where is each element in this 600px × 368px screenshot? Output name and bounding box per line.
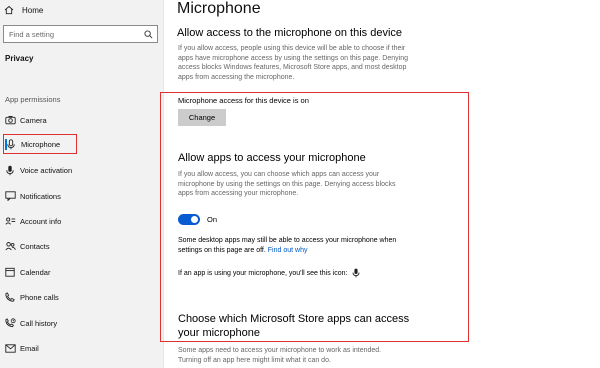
nav-home[interactable]: Home [4,3,43,17]
sidebar-item-label: Calendar [20,267,51,277]
store-apps-description: Some apps need to access your microphone… [178,346,381,365]
sidebar-item-label: Phone calls [20,292,59,302]
home-icon [4,5,14,15]
sidebar-item-label: Microphone [21,139,61,149]
desktop-apps-note: Some desktop apps may still be able to a… [178,236,398,256]
store-apps-description-line2: Turning off an app here might limit what… [178,356,331,364]
sidebar-item-call-history[interactable]: Call history [3,313,160,333]
device-access-description: If you allow access, people using this d… [178,45,408,82]
apps-access-toggle[interactable] [178,214,200,225]
email-icon [4,342,16,354]
voice-activation-icon [4,164,16,176]
sidebar-item-label: Call history [20,318,58,328]
device-access-status: Microphone access for this device is on [178,96,309,105]
contacts-icon [4,240,16,252]
toggle-knob [191,216,198,223]
calendar-icon [4,266,16,278]
mic-icon-note: If an app is using your microphone, you'… [178,268,360,278]
sidebar-item-phone-calls[interactable]: Phone calls [3,287,160,307]
search-icon [144,29,153,38]
group-title: App permissions [5,95,61,104]
phone-calls-icon [4,291,16,303]
sidebar-item-camera[interactable]: Camera [3,110,160,130]
notifications-icon [4,190,16,202]
search-placeholder: Find a setting [9,29,55,39]
call-history-icon [4,317,16,329]
page-title: Microphone [177,0,261,17]
sidebar-item-label: Contacts [20,241,50,251]
section-title: Privacy [5,54,34,63]
sidebar-item-label: Account info [20,216,62,226]
microphone-in-use-icon [352,268,360,278]
sidebar-item-email[interactable]: Email [3,338,160,358]
store-apps-description-line1: Some apps need to access your microphone… [178,347,382,354]
sidebar-item-label: Email [20,343,39,353]
nav-home-label: Home [22,5,44,15]
sidebar-item-notifications[interactable]: Notifications [3,186,160,206]
store-apps-heading-line2: your microphone [178,327,260,339]
sidebar-item-calendar[interactable]: Calendar [3,262,160,282]
sidebar-item-label: Voice activation [20,165,73,175]
main-content: Microphone Allow access to the microphon… [176,0,596,368]
toggle-state-label: On [207,215,218,224]
sidebar-item-label: Camera [20,115,47,125]
find-out-why-link[interactable]: Find out why [268,247,308,254]
account-info-icon [4,215,16,227]
sidebar-item-account-info[interactable]: Account info [3,211,160,231]
sidebar-item-label: Notifications [20,191,61,201]
sidebar-item-microphone[interactable]: Microphone [3,134,77,154]
mic-icon-note-text: If an app is using your microphone, you'… [178,269,348,277]
sidebar-item-contacts[interactable]: Contacts [3,236,160,256]
sidebar-item-voice-activation[interactable]: Voice activation [3,160,160,180]
store-apps-heading-line1: Choose which Microsoft Store apps can ac… [178,313,410,325]
search-input[interactable]: Find a setting [3,25,158,43]
change-button[interactable]: Change [178,109,226,126]
apps-access-description: If you allow access, you can choose whic… [178,171,396,198]
sidebar: Home Find a setting Privacy App permissi… [0,0,164,368]
selection-indicator [5,139,7,150]
apps-access-heading: Allow apps to access your microphone [178,152,366,164]
camera-icon [4,114,16,126]
device-access-heading: Allow access to the microphone on this d… [177,27,403,39]
store-apps-heading: Choose which Microsoft Store apps can ac… [178,312,409,340]
